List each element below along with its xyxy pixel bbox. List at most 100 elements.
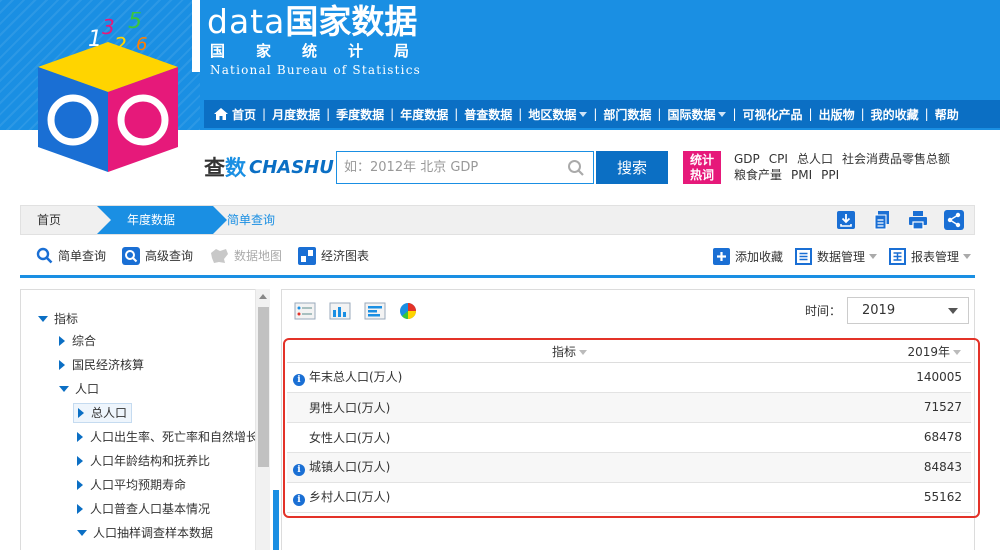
- breadcrumb-home[interactable]: 首页: [21, 206, 97, 234]
- search-icon: [36, 247, 53, 264]
- query-toolbar: 简单查询 高级查询 数据地图 经济图表 添加收藏 数据管理 报表管理: [20, 236, 975, 278]
- nav-item[interactable]: 可视化产品: [743, 106, 803, 123]
- collapsed-arrow-icon[interactable]: [59, 360, 65, 370]
- sort-icon[interactable]: [953, 350, 961, 356]
- tree-item[interactable]: 人口出生率、死亡率和自然增长率: [77, 426, 269, 448]
- nav-item[interactable]: 部门数据: [603, 106, 651, 123]
- tree-item[interactable]: 人口年龄结构和抚养比: [77, 450, 210, 472]
- collapsed-arrow-icon[interactable]: [77, 432, 83, 442]
- info-icon[interactable]: i: [293, 374, 305, 386]
- nav-separator: |: [390, 107, 395, 121]
- bar-chart-icon[interactable]: [329, 302, 351, 320]
- svg-text:1: 1: [88, 27, 102, 52]
- tree-item[interactable]: 人口抽样调查样本数据: [77, 522, 213, 544]
- nav-item[interactable]: 帮助: [935, 106, 959, 123]
- nav-item[interactable]: 出版物: [819, 106, 855, 123]
- table-view-icon[interactable]: [294, 302, 316, 320]
- collapsed-arrow-icon[interactable]: [77, 480, 83, 490]
- collapsed-arrow-icon[interactable]: [77, 504, 83, 514]
- tree-scrollbar[interactable]: [255, 289, 270, 550]
- tree-item[interactable]: 人口平均预期寿命: [77, 474, 186, 496]
- indicator-name: 乡村人口(万人): [309, 490, 391, 504]
- nav-item[interactable]: 季度数据: [336, 106, 384, 123]
- time-select[interactable]: 2019: [847, 297, 969, 324]
- hot-word-link[interactable]: GDP: [734, 152, 760, 166]
- data-map-button[interactable]: 数据地图: [209, 247, 282, 265]
- main-nav: 首页 | 月度数据 | 季度数据 | 年度数据 | 普查数据 | 地区数据 | 部门数据 | 国际数据 | 可视…: [204, 100, 1000, 128]
- indicator-cell: 男性人口(万人): [287, 392, 753, 423]
- nav-item[interactable]: 我的收藏: [871, 106, 919, 123]
- collapsed-arrow-icon[interactable]: [78, 408, 84, 418]
- nav-item-label: 月度数据: [272, 107, 321, 122]
- add-favorite-button[interactable]: 添加收藏: [712, 248, 783, 265]
- panel-divider-handle[interactable]: [273, 490, 279, 550]
- info-icon[interactable]: i: [293, 494, 305, 506]
- breadcrumb-arrow: [97, 206, 111, 234]
- download-icon[interactable]: [836, 210, 856, 230]
- hot-word-link[interactable]: CPI: [769, 152, 788, 166]
- hot-word-link[interactable]: 社会消费品零售总额: [842, 152, 950, 166]
- nav-separator: |: [518, 107, 523, 121]
- tree-item[interactable]: 综合: [59, 330, 96, 352]
- copy-icon[interactable]: [872, 210, 892, 230]
- econ-chart-button[interactable]: 经济图表: [298, 246, 369, 265]
- collapsed-arrow-icon[interactable]: [59, 336, 65, 346]
- breadcrumb-annual-data[interactable]: 年度数据: [97, 206, 213, 234]
- column-header-year[interactable]: 2019年: [752, 342, 971, 363]
- tree-item[interactable]: 人口普查人口基本情况: [77, 498, 210, 520]
- data-manage-menu[interactable]: 数据管理: [794, 248, 877, 265]
- breadcrumb: 首页 年度数据 简单查询: [20, 205, 975, 235]
- scroll-up-arrow-icon[interactable]: [259, 294, 267, 299]
- nav-item[interactable]: 普查数据: [464, 106, 512, 123]
- nav-item[interactable]: 地区数据: [528, 106, 588, 123]
- sort-icon[interactable]: [579, 350, 588, 356]
- site-subtitle: 国家统计局: [210, 42, 441, 60]
- column-header-indicator[interactable]: 指标: [287, 342, 753, 363]
- hot-word-link[interactable]: PPI: [821, 168, 839, 182]
- tree-item[interactable]: 总人口: [73, 403, 133, 423]
- indicator-name: 年末总人口(万人): [309, 370, 403, 384]
- tree-item-label: 人口抽样调查样本数据: [93, 526, 214, 540]
- search-box: [336, 151, 594, 184]
- report-manage-menu[interactable]: 报表管理: [888, 248, 971, 265]
- nav-item-label: 国际数据: [667, 107, 716, 122]
- collapsed-arrow-icon[interactable]: [77, 456, 83, 466]
- expanded-arrow-icon[interactable]: [77, 530, 87, 536]
- tree-item[interactable]: 国民经济核算: [59, 354, 144, 376]
- nav-item[interactable]: 月度数据: [272, 106, 320, 123]
- nav-item-label: 地区数据: [528, 107, 577, 122]
- nav-item[interactable]: 首页: [214, 106, 256, 123]
- site-subtitle-en: National Bureau of Statistics: [210, 63, 421, 77]
- search-icon[interactable]: [567, 159, 585, 177]
- print-icon[interactable]: [908, 210, 928, 230]
- page-tools: [836, 210, 964, 230]
- expanded-arrow-icon[interactable]: [59, 386, 69, 392]
- info-icon[interactable]: i: [293, 464, 305, 476]
- data-panel: 时间： 2019 指标 2019年 i 年末总人口(万人) 140005 男性人口(万…: [281, 289, 975, 550]
- simple-query-button[interactable]: 简单查询: [36, 247, 106, 264]
- table-row: 男性人口(万人) 71527: [287, 392, 971, 423]
- map-icon: [211, 248, 229, 263]
- advanced-query-button[interactable]: 高级查询: [122, 246, 193, 265]
- horizontal-bar-icon[interactable]: [364, 302, 386, 320]
- pie-chart-icon[interactable]: [399, 302, 417, 320]
- hot-word-link[interactable]: 粮食产量: [734, 168, 782, 182]
- site-title: data国家数据: [207, 2, 417, 42]
- tree-item-label: 人口: [75, 382, 100, 396]
- value-cell: 140005: [752, 362, 971, 393]
- add-favorite-label: 添加收藏: [734, 250, 783, 264]
- table-row: i 年末总人口(万人) 140005: [287, 362, 971, 393]
- nbs-logo-cube-icon[interactable]: 1 3 2 5 6: [28, 12, 188, 172]
- scroll-thumb[interactable]: [258, 307, 269, 467]
- report-icon: [888, 248, 906, 265]
- share-icon[interactable]: [944, 210, 964, 230]
- hot-word-link[interactable]: 总人口: [797, 152, 833, 166]
- search-input[interactable]: [337, 152, 557, 183]
- tree-root[interactable]: 指标: [38, 308, 78, 330]
- nav-item[interactable]: 国际数据: [667, 106, 727, 123]
- search-button[interactable]: 搜索: [596, 151, 668, 184]
- hot-word-link[interactable]: PMI: [791, 168, 812, 182]
- nav-item[interactable]: 年度数据: [400, 106, 448, 123]
- tree-item[interactable]: 人口: [59, 378, 99, 400]
- nav-item-label: 我的收藏: [870, 107, 919, 122]
